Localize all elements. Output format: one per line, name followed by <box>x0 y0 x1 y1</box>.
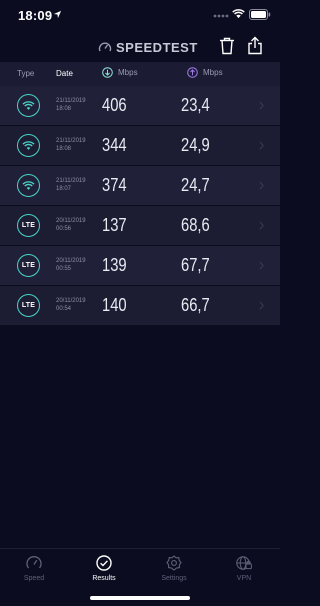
location-arrow-icon <box>53 10 62 19</box>
home-indicator[interactable] <box>90 596 190 600</box>
result-date: 20/11/2019 <box>56 218 86 224</box>
cellular-signal-icon <box>213 14 229 18</box>
upload-unit-label: Mbps <box>203 68 223 77</box>
tab-speed-label: Speed <box>23 575 45 582</box>
download-unit-label: Mbps <box>118 68 138 77</box>
share-icon[interactable] <box>247 36 263 55</box>
result-row[interactable]: LTE 20/11/2019 00:54 140 66,7 <box>0 286 280 326</box>
result-time: 18:08 <box>56 146 72 152</box>
status-bar: 18:09 <box>0 0 280 28</box>
lte-label: LTE <box>21 262 36 269</box>
result-datetime: 21/11/2019 18:08 <box>56 137 86 153</box>
tab-settings-label: Settings <box>161 575 187 582</box>
results-list: 21/11/2019 18:08 406 23,4 21/11/2019 18:… <box>0 86 280 326</box>
check-circle-icon <box>96 555 112 571</box>
upload-arrow-icon <box>187 67 198 78</box>
speedometer-icon <box>26 556 42 569</box>
lte-icon: LTE <box>17 294 40 317</box>
tab-results-label: Results <box>92 575 116 582</box>
upload-speed: 24,9 <box>181 135 210 155</box>
chevron-right-icon <box>259 261 264 270</box>
result-time: 18:08 <box>56 106 72 112</box>
upload-speed: 67,7 <box>181 255 210 275</box>
download-speed: 140 <box>102 295 127 315</box>
app-header: SPEEDTEST <box>0 30 280 62</box>
column-header-date[interactable]: Date <box>56 69 73 78</box>
result-datetime: 20/11/2019 00:54 <box>56 297 86 313</box>
results-table-header: Type Date Mbps Mbps <box>0 62 280 86</box>
chevron-right-icon <box>259 101 264 110</box>
result-date: 21/11/2019 <box>56 178 86 184</box>
chevron-right-icon <box>259 221 264 230</box>
speedometer-logo-icon <box>98 42 112 52</box>
download-speed: 406 <box>102 95 127 115</box>
result-date: 21/11/2019 <box>56 138 86 144</box>
result-date: 20/11/2019 <box>56 298 86 304</box>
result-date: 21/11/2019 <box>56 98 86 104</box>
column-header-download[interactable]: Mbps <box>102 67 138 78</box>
result-row[interactable]: 21/11/2019 18:08 406 23,4 <box>0 86 280 126</box>
column-header-upload[interactable]: Mbps <box>187 67 223 78</box>
speedtest-logo: SPEEDTEST <box>98 39 198 55</box>
trash-icon[interactable] <box>219 37 235 55</box>
result-datetime: 20/11/2019 00:56 <box>56 217 86 233</box>
upload-speed: 68,6 <box>181 215 210 235</box>
upload-speed: 66,7 <box>181 295 210 315</box>
chevron-right-icon <box>259 301 264 310</box>
lte-label: LTE <box>21 222 36 229</box>
result-time: 18:07 <box>56 186 72 192</box>
wifi-status-icon <box>232 9 245 19</box>
status-time: 18:09 <box>18 8 53 23</box>
result-datetime: 21/11/2019 18:07 <box>56 177 86 193</box>
column-header-type[interactable]: Type <box>17 69 34 78</box>
lte-label: LTE <box>21 302 36 309</box>
battery-icon <box>249 9 271 20</box>
upload-speed: 23,4 <box>181 95 210 115</box>
result-date: 20/11/2019 <box>56 258 86 264</box>
result-time: 00:55 <box>56 266 72 272</box>
download-speed: 137 <box>102 215 127 235</box>
result-time: 00:56 <box>56 226 72 232</box>
chevron-right-icon <box>259 181 264 190</box>
download-speed: 139 <box>102 255 127 275</box>
lte-icon: LTE <box>17 254 40 277</box>
download-speed: 344 <box>102 135 127 155</box>
tab-vpn-label: VPN <box>236 575 252 582</box>
lte-icon: LTE <box>17 214 40 237</box>
result-row[interactable]: 21/11/2019 18:08 344 24,9 <box>0 126 280 166</box>
wifi-icon <box>17 134 40 157</box>
globe-lock-icon <box>236 556 252 570</box>
chevron-right-icon <box>259 141 264 150</box>
result-time: 00:54 <box>56 306 72 312</box>
tab-speed[interactable]: Speed <box>6 555 62 589</box>
tab-settings[interactable]: Settings <box>146 555 202 589</box>
download-speed: 374 <box>102 175 127 195</box>
tab-vpn[interactable]: VPN <box>216 555 272 589</box>
result-row[interactable]: LTE 20/11/2019 00:56 137 68,6 <box>0 206 280 246</box>
download-arrow-icon <box>102 67 113 78</box>
result-row[interactable]: 21/11/2019 18:07 374 24,7 <box>0 166 280 206</box>
wifi-icon <box>17 94 40 117</box>
result-datetime: 21/11/2019 18:08 <box>56 97 86 113</box>
tab-results[interactable]: Results <box>76 555 132 589</box>
wifi-icon <box>17 174 40 197</box>
upload-speed: 24,7 <box>181 175 210 195</box>
brand-name: SPEEDTEST <box>116 39 198 55</box>
result-row[interactable]: LTE 20/11/2019 00:55 139 67,7 <box>0 246 280 286</box>
result-datetime: 20/11/2019 00:55 <box>56 257 86 273</box>
gear-icon <box>166 555 182 571</box>
